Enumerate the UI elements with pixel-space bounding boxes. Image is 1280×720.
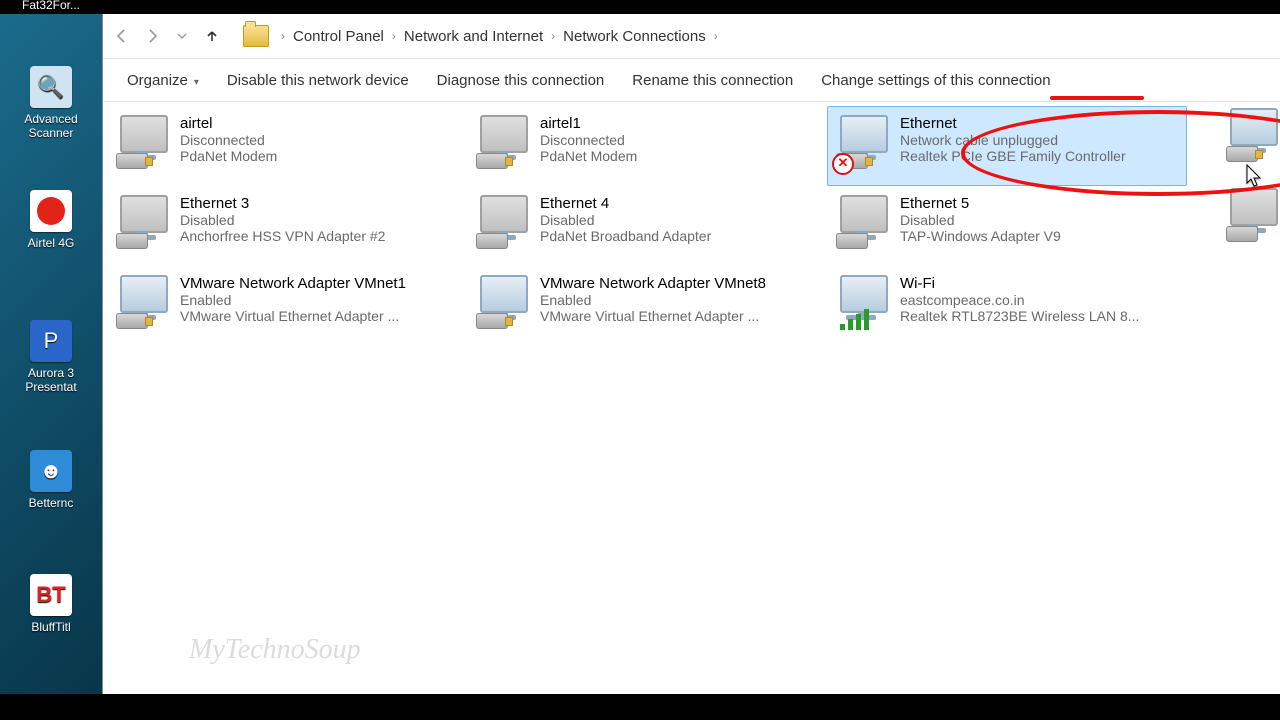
network-adapter-icon [114,115,172,173]
connection-name: Ethernet 5 [900,195,1061,212]
network-adapter-icon [474,115,532,173]
chevron-down-icon: ▾ [194,77,199,88]
desktop-icon-label: Aurora 3 Presentat [25,366,76,394]
connection-tile[interactable]: VMware Network Adapter VMnet8EnabledVMwa… [467,266,827,346]
chevron-down-icon [177,31,187,41]
chevron-right-icon: › [551,29,555,43]
recent-locations-button[interactable] [167,21,197,51]
connection-name: VMware Network Adapter VMnet1 [180,275,406,292]
arrow-left-icon [114,28,130,44]
desktop-strip: Fat32For... 🔍 Advanced Scanner Airtel 4G… [0,14,102,694]
connection-name: Ethernet [900,115,1126,132]
connection-tile[interactable]: airtelDisconnectedPdaNet Modem [107,106,467,186]
connection-name: Ethernet 4 [540,195,711,212]
chevron-right-icon: › [392,29,396,43]
connection-tile[interactable]: Ethernet 5DisabledTAP-Windows Adapter V9 [827,186,1187,266]
arrow-up-icon [204,28,220,44]
connections-pane[interactable]: airtelDisconnectedPdaNet Modemairtel1Dis… [103,100,1280,694]
connection-status: Disconnected [180,132,277,148]
connection-status: Network cable unplugged [900,132,1126,148]
connection-device: PdaNet Broadband Adapter [540,228,711,244]
connection-device: Realtek PCIe GBE Family Controller [900,148,1126,164]
network-adapter-icon [474,275,532,333]
disable-device-button[interactable]: Disable this network device [213,64,423,97]
connection-name: Wi-Fi [900,275,1139,292]
connection-device: Anchorfree HSS VPN Adapter #2 [180,228,385,244]
desktop-icon-label: Fat32For... [22,0,80,12]
connection-tile[interactable]: Ethernet 4DisabledPdaNet Broadband Adapt… [467,186,827,266]
command-bar: Organize▾ Disable this network device Di… [103,59,1280,102]
connection-device: TAP-Windows Adapter V9 [900,228,1061,244]
connection-status: Disconnected [540,132,637,148]
desktop-icon-label: BluffTitl [31,620,70,634]
folder-icon [243,25,269,47]
organize-menu[interactable]: Organize▾ [113,64,213,97]
desktop-icon-label: Betternc [29,496,74,510]
desktop-icon[interactable]: P Aurora 3 Presentat [6,320,96,394]
airtel-icon [30,190,72,232]
change-settings-button[interactable]: Change settings of this connection [807,64,1064,97]
connection-name: VMware Network Adapter VMnet8 [540,275,766,292]
chevron-right-icon: › [714,29,718,43]
desktop-icon[interactable]: BT BluffTitl [6,574,96,634]
desktop-icon-label: Advanced Scanner [24,112,77,140]
connection-tile[interactable]: Wi-Fieastcompeace.co.inRealtek RTL8723BE… [827,266,1187,346]
connection-status: Enabled [180,292,406,308]
network-adapter-icon [834,195,892,253]
address-bar: › Control Panel › Network and Internet ›… [103,14,1280,59]
scanner-icon: 🔍 [30,66,72,108]
blufftitler-icon: BT [30,574,72,616]
connection-tile[interactable]: Ethernet 3DisabledAnchorfree HSS VPN Ada… [107,186,467,266]
rename-connection-button[interactable]: Rename this connection [618,64,807,97]
connection-device: PdaNet Modem [180,148,277,164]
explorer-window: › Control Panel › Network and Internet ›… [102,14,1280,694]
connection-name: airtel1 [540,115,637,132]
back-button[interactable] [107,21,137,51]
breadcrumb[interactable]: Control Panel [291,24,386,49]
connection-tile[interactable]: ✕ EthernetNetwork cable unpluggedRealtek … [827,106,1187,186]
connection-status: eastcompeace.co.in [900,292,1139,308]
connection-device: PdaNet Modem [540,148,637,164]
network-adapter-icon: ✕ [834,115,892,173]
connection-device: VMware Virtual Ethernet Adapter ... [180,308,406,324]
partial-connection-tile[interactable] [1224,188,1280,248]
forward-button[interactable] [137,21,167,51]
chevron-right-icon: › [281,29,285,43]
up-button[interactable] [197,21,227,51]
connection-status: Disabled [900,212,1061,228]
desktop-icon[interactable]: Fat32For... [6,0,96,12]
connection-device: Realtek RTL8723BE Wireless LAN 8... [900,308,1139,324]
connection-name: airtel [180,115,277,132]
betternet-icon: ☻ [30,450,72,492]
connection-status: Disabled [180,212,385,228]
desktop-icon[interactable]: Airtel 4G [6,190,96,250]
desktop-icon-label: Airtel 4G [28,236,75,250]
desktop-icon[interactable]: ☻ Betternc [6,450,96,510]
desktop-icon[interactable]: 🔍 Advanced Scanner [6,66,96,140]
network-adapter-icon [114,275,172,333]
connection-tile[interactable]: VMware Network Adapter VMnet1EnabledVMwa… [107,266,467,346]
connection-name: Ethernet 3 [180,195,385,212]
breadcrumb[interactable]: Network and Internet [402,24,545,49]
network-adapter-icon [834,275,892,333]
arrow-right-icon [144,28,160,44]
aurora-icon: P [30,320,72,362]
network-adapter-icon [474,195,532,253]
connection-tile[interactable]: airtel1DisconnectedPdaNet Modem [467,106,827,186]
connection-status: Disabled [540,212,711,228]
connection-device: VMware Virtual Ethernet Adapter ... [540,308,766,324]
diagnose-connection-button[interactable]: Diagnose this connection [423,64,619,97]
breadcrumb[interactable]: Network Connections [561,24,708,49]
network-adapter-icon [114,195,172,253]
partial-connection-tile[interactable] [1224,108,1280,168]
connection-status: Enabled [540,292,766,308]
